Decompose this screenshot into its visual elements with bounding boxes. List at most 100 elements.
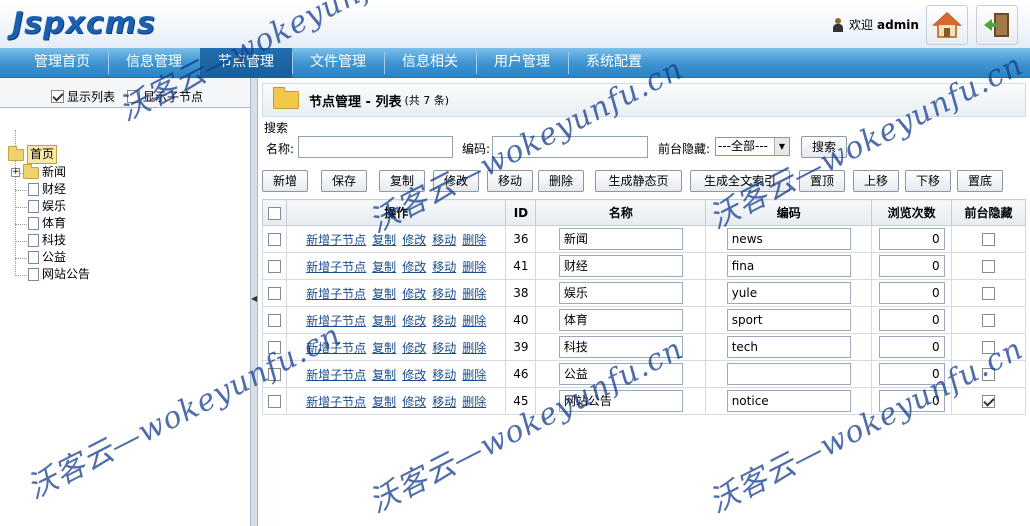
edit-button[interactable]: 修改 — [433, 170, 479, 192]
row-select-cell[interactable] — [262, 306, 287, 334]
row-hidden-checkbox[interactable] — [982, 395, 996, 408]
row-code-input[interactable]: tech — [726, 336, 851, 358]
hide-select[interactable]: ---全部--- ▼ — [715, 137, 790, 156]
row-hidden-checkbox[interactable] — [982, 368, 996, 381]
name-input[interactable] — [298, 136, 453, 158]
row-views-input[interactable]: 0 — [878, 363, 945, 385]
add-child-link[interactable]: 新增子节点 — [306, 314, 366, 328]
expand-icon[interactable]: + — [11, 168, 20, 177]
tree-item-charity[interactable]: 公益 — [28, 249, 66, 266]
header-id[interactable]: ID — [505, 199, 537, 226]
app-logo[interactable]: Jspxcms — [12, 6, 156, 41]
row-hidden-checkbox[interactable] — [982, 341, 996, 354]
row-name-input[interactable]: 财经 — [558, 255, 683, 277]
add-child-link[interactable]: 新增子节点 — [306, 287, 366, 301]
row-name-input[interactable]: 公益 — [558, 363, 683, 385]
row-name-input[interactable]: 体育 — [558, 309, 683, 331]
row-select-cell[interactable] — [262, 333, 287, 361]
home-button[interactable] — [926, 5, 968, 45]
move-link[interactable]: 移动 — [432, 314, 456, 328]
move-link[interactable]: 移动 — [432, 368, 456, 382]
delete-link[interactable]: 删除 — [462, 314, 486, 328]
row-name-input[interactable]: 娱乐 — [558, 282, 683, 304]
tree-item-news[interactable]: + 新闻 — [11, 163, 66, 181]
show-list-checkbox[interactable] — [51, 90, 64, 103]
edit-link[interactable]: 修改 — [402, 368, 426, 382]
row-code-input[interactable]: news — [726, 228, 851, 250]
row-hidden-checkbox[interactable] — [982, 314, 996, 327]
down-button[interactable]: 下移 — [905, 170, 951, 192]
row-checkbox[interactable] — [267, 287, 281, 300]
edit-link[interactable]: 修改 — [402, 233, 426, 247]
logout-button[interactable] — [976, 5, 1018, 45]
delete-link[interactable]: 删除 — [462, 341, 486, 355]
collapse-arrow-icon[interactable]: ◀ — [251, 294, 257, 303]
header-name[interactable]: 名称 — [535, 199, 707, 226]
edit-link[interactable]: 修改 — [402, 314, 426, 328]
dropdown-arrow-icon[interactable]: ▼ — [774, 138, 789, 155]
move-link[interactable]: 移动 — [432, 233, 456, 247]
show-children-option[interactable]: 显示子节点 — [127, 88, 203, 105]
row-checkbox[interactable] — [267, 233, 281, 246]
row-views-input[interactable]: 0 — [878, 336, 945, 358]
nav-node[interactable]: 节点管理 — [200, 48, 292, 78]
nav-home[interactable]: 管理首页 — [16, 48, 108, 78]
nav-file[interactable]: 文件管理 — [292, 48, 384, 78]
tree-root[interactable]: 首页 — [8, 145, 58, 164]
row-name-input[interactable]: 新闻 — [558, 228, 683, 250]
tree-item-sports[interactable]: 体育 — [28, 215, 66, 232]
row-views-input[interactable]: 0 — [878, 282, 945, 304]
move-link[interactable]: 移动 — [432, 341, 456, 355]
gen-index-button[interactable]: 生成全文索引 — [690, 170, 790, 192]
add-child-link[interactable]: 新增子节点 — [306, 260, 366, 274]
row-name-input[interactable]: 科技 — [558, 336, 683, 358]
move-link[interactable]: 移动 — [432, 260, 456, 274]
copy-link[interactable]: 复制 — [372, 260, 396, 274]
edit-link[interactable]: 修改 — [402, 395, 426, 409]
header-hidden[interactable]: 前台隐藏 — [951, 199, 1026, 226]
save-button[interactable]: 保存 — [321, 170, 367, 192]
copy-link[interactable]: 复制 — [372, 233, 396, 247]
select-all-checkbox[interactable] — [267, 206, 281, 220]
delete-link[interactable]: 删除 — [462, 233, 486, 247]
row-checkbox[interactable] — [267, 368, 281, 381]
gen-static-button[interactable]: 生成静态页 — [595, 170, 682, 192]
copy-link[interactable]: 复制 — [372, 395, 396, 409]
row-code-input[interactable] — [726, 363, 851, 385]
copy-link[interactable]: 复制 — [372, 341, 396, 355]
move-link[interactable]: 移动 — [432, 395, 456, 409]
up-button[interactable]: 上移 — [853, 170, 899, 192]
tree-item-notice[interactable]: 网站公告 — [28, 266, 90, 283]
row-code-input[interactable]: notice — [726, 390, 851, 412]
search-button[interactable]: 搜索 — [801, 136, 847, 158]
code-input[interactable] — [492, 136, 648, 158]
row-checkbox[interactable] — [267, 314, 281, 327]
row-checkbox[interactable] — [267, 395, 281, 408]
edit-link[interactable]: 修改 — [402, 287, 426, 301]
row-hidden-checkbox[interactable] — [982, 287, 996, 300]
row-views-input[interactable]: 0 — [878, 255, 945, 277]
copy-button[interactable]: 复制 — [379, 170, 425, 192]
header-code[interactable]: 编码 — [705, 199, 873, 226]
row-select-cell[interactable] — [262, 252, 287, 280]
add-child-link[interactable]: 新增子节点 — [306, 233, 366, 247]
add-child-link[interactable]: 新增子节点 — [306, 341, 366, 355]
row-views-input[interactable]: 0 — [878, 309, 945, 331]
delete-button[interactable]: 删除 — [538, 170, 584, 192]
header-views[interactable]: 浏览次数 — [871, 199, 953, 226]
panel-splitter[interactable]: ◀ — [250, 78, 258, 526]
row-select-cell[interactable] — [262, 387, 287, 415]
row-hidden-checkbox[interactable] — [982, 260, 996, 273]
row-views-input[interactable]: 0 — [878, 228, 945, 250]
new-button[interactable]: 新增 — [262, 170, 308, 192]
edit-link[interactable]: 修改 — [402, 260, 426, 274]
bottom-button[interactable]: 置底 — [957, 170, 1003, 192]
row-views-input[interactable]: 0 — [878, 390, 945, 412]
tree-item-tech[interactable]: 科技 — [28, 232, 66, 249]
move-link[interactable]: 移动 — [432, 287, 456, 301]
add-child-link[interactable]: 新增子节点 — [306, 368, 366, 382]
edit-link[interactable]: 修改 — [402, 341, 426, 355]
tree-item-finance[interactable]: 财经 — [28, 181, 66, 198]
row-checkbox[interactable] — [267, 341, 281, 354]
select-all-header[interactable] — [262, 199, 287, 226]
